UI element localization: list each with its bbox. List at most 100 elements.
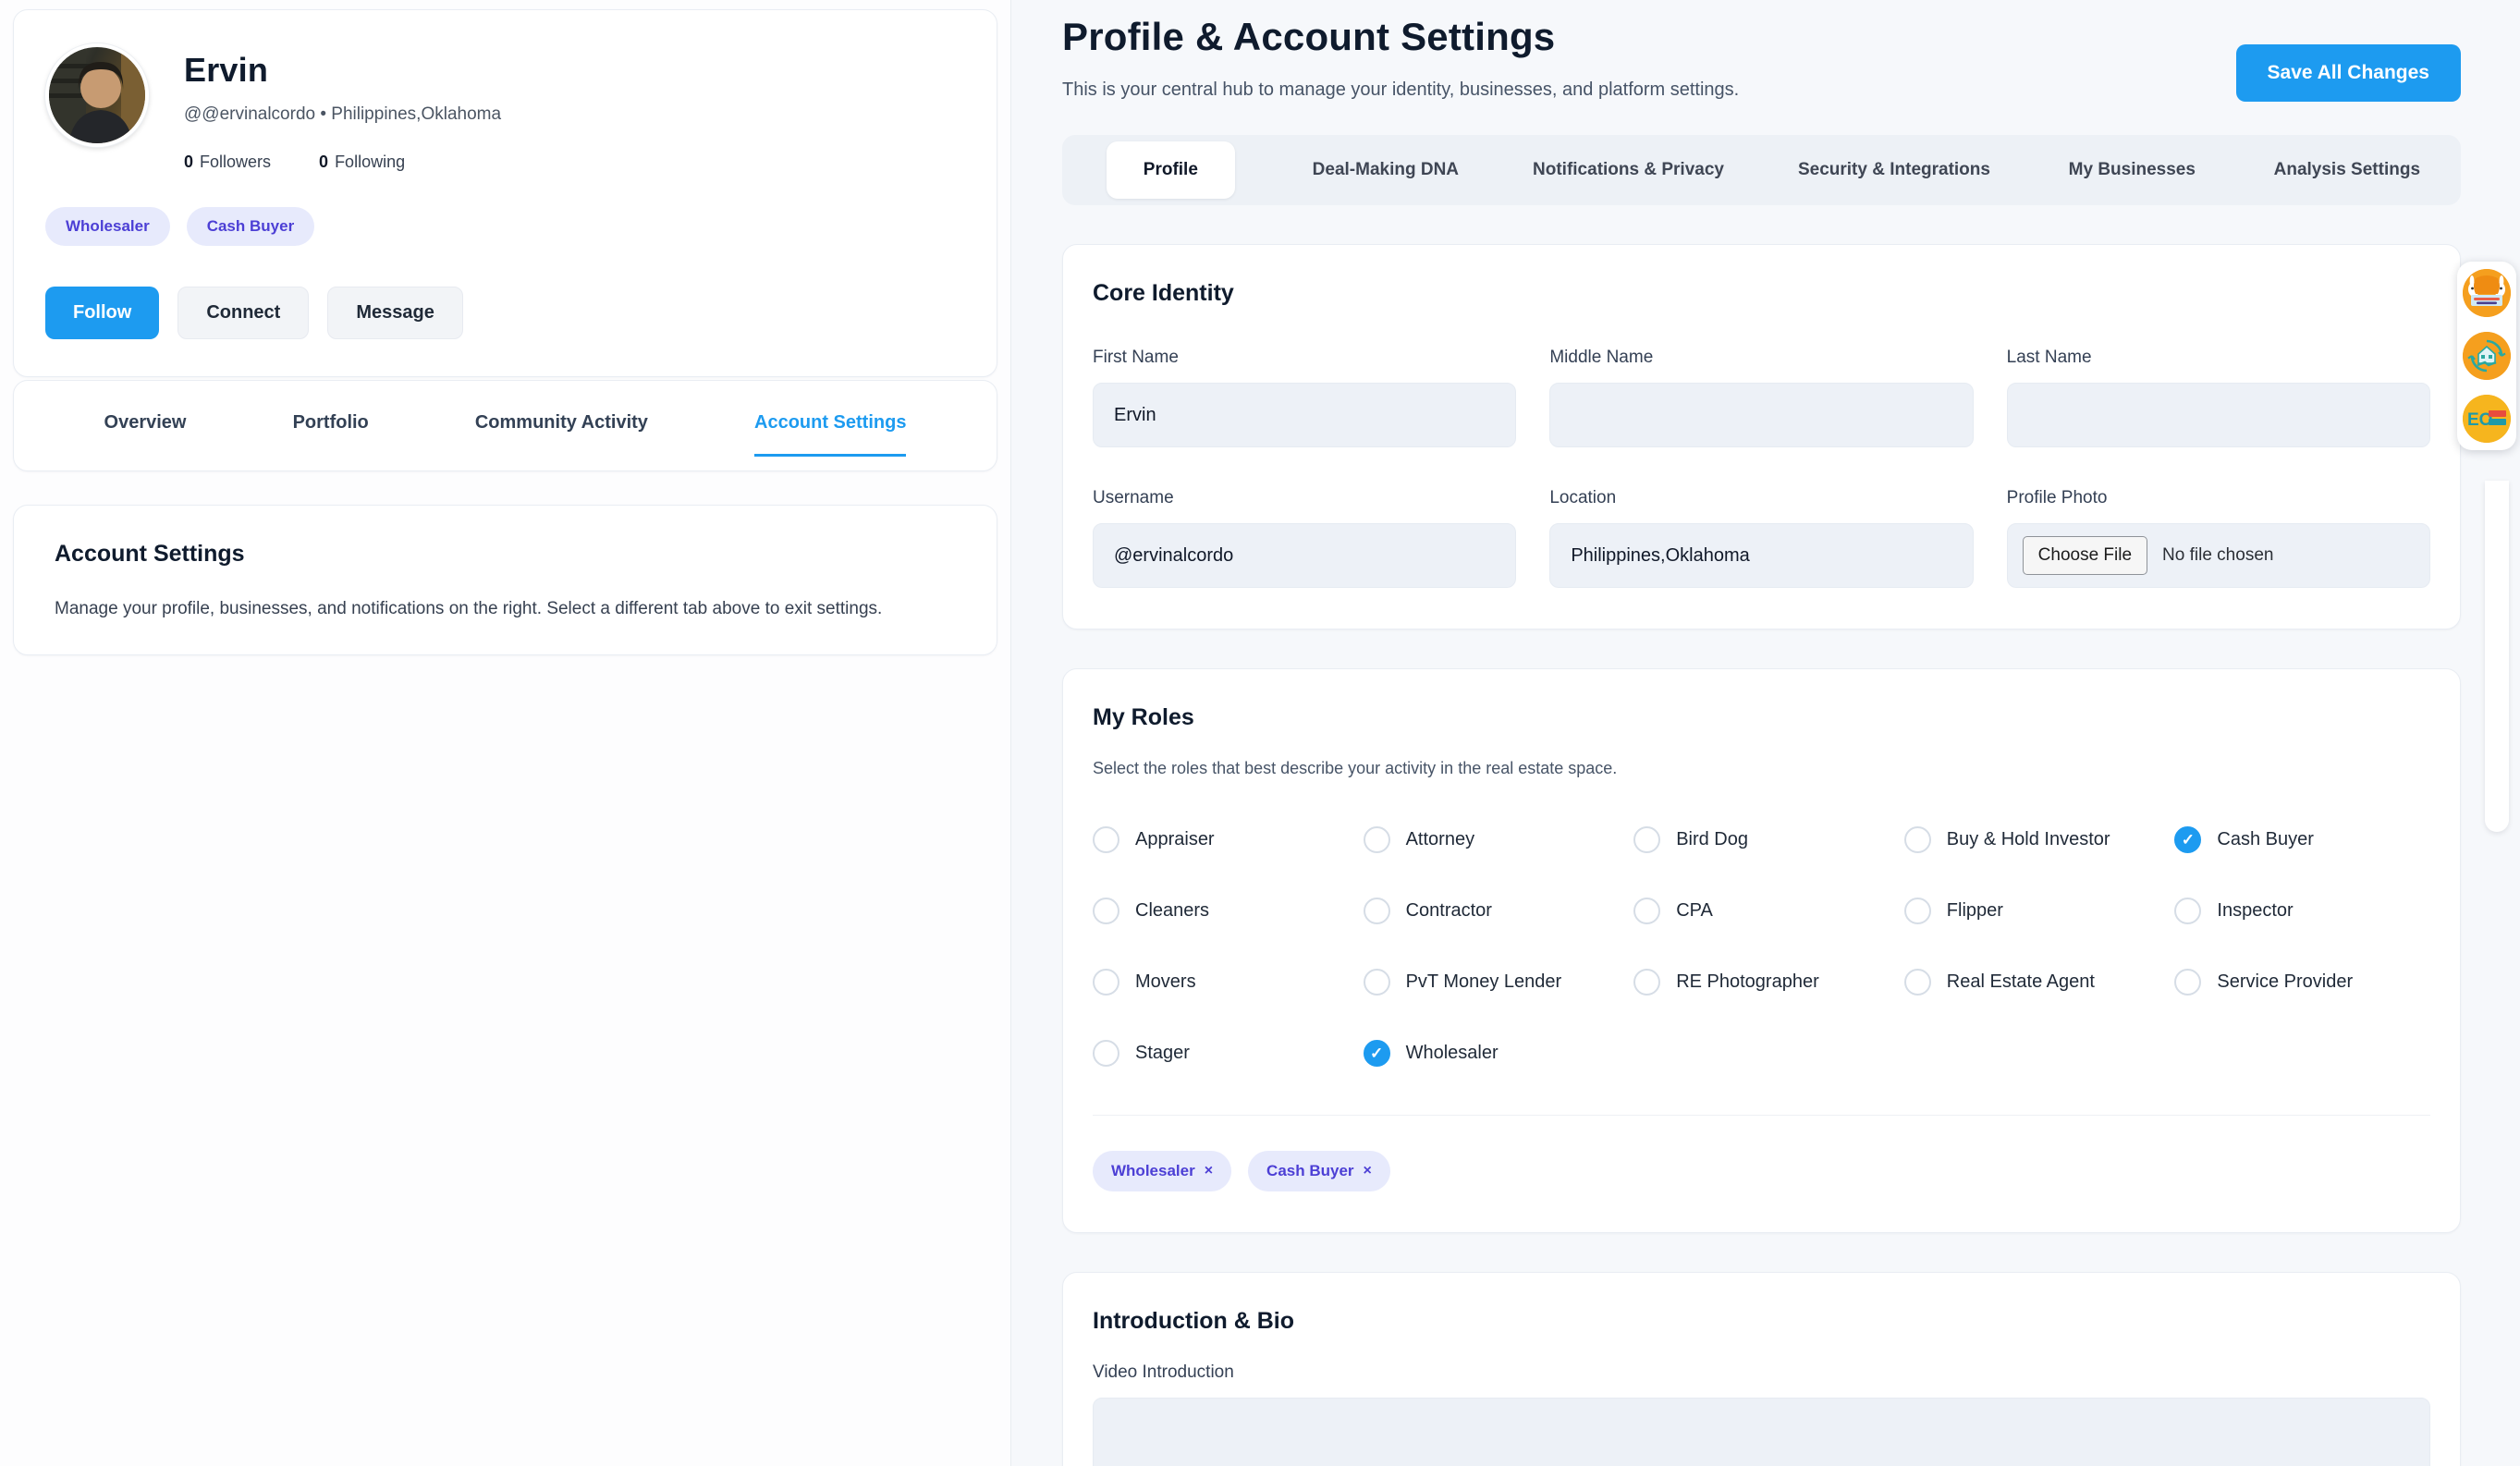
middle-name-field[interactable] — [1549, 383, 1973, 447]
first-name-label: First Name — [1093, 348, 1516, 368]
page-subtitle: This is your central hub to manage your … — [1062, 79, 1739, 101]
role-checkbox-icon[interactable]: ✓ — [1904, 826, 1931, 853]
role-checkbox-item[interactable]: ✓ Movers — [1093, 969, 1349, 996]
follow-button[interactable]: Follow — [45, 287, 159, 339]
profile-tab-overview[interactable]: Overview — [104, 412, 187, 454]
role-checkbox-icon[interactable]: ✓ — [1633, 969, 1660, 996]
role-checkbox-icon[interactable]: ✓ — [1364, 826, 1390, 853]
role-checkbox-item[interactable]: ✓ Service Provider — [2174, 969, 2430, 996]
last-name-group: Last Name — [2007, 348, 2430, 447]
role-checkbox-item[interactable]: ✓ Real Estate Agent — [1904, 969, 2160, 996]
my-roles-subtitle: Select the roles that best describe your… — [1093, 759, 2430, 778]
role-label: Service Provider — [2217, 971, 2353, 993]
followers-label: Followers — [200, 153, 271, 171]
role-checkbox-item[interactable]: ✓ Buy & Hold Investor — [1904, 826, 2160, 853]
my-roles-title: My Roles — [1093, 704, 2430, 731]
roles-divider — [1093, 1115, 2430, 1116]
file-status-text: No file chosen — [2162, 545, 2273, 566]
last-name-field[interactable] — [2007, 383, 2430, 447]
first-name-field[interactable] — [1093, 383, 1516, 447]
profile-tab-community-activity[interactable]: Community Activity — [475, 412, 648, 454]
role-checkbox-item[interactable]: ✓ Appraiser — [1093, 826, 1349, 853]
followers-count: 0 — [184, 153, 193, 171]
remove-tag-icon[interactable]: × — [1205, 1163, 1213, 1179]
role-checkbox-icon[interactable]: ✓ — [1633, 898, 1660, 924]
role-label: Flipper — [1947, 900, 2003, 922]
settings-tab-notifications-privacy[interactable]: Notifications & Privacy — [1496, 141, 1761, 199]
profile-card: Ervin @@ervinalcordo • Philippines,Oklah… — [13, 9, 997, 377]
role-checkbox-icon[interactable]: ✓ — [1093, 898, 1119, 924]
video-introduction-field[interactable] — [1093, 1398, 2430, 1466]
bunny-community-badge-icon[interactable] — [2463, 269, 2511, 317]
role-checkbox-item[interactable]: ✓ Stager — [1093, 1040, 1349, 1067]
account-settings-note-card: Account Settings Manage your profile, bu… — [13, 505, 997, 655]
choose-file-button[interactable]: Choose File — [2023, 536, 2147, 575]
role-checkbox-item[interactable]: ✓ PvT Money Lender — [1364, 969, 1620, 996]
role-tag-pill: Wholesaler — [45, 207, 170, 246]
settings-tab-deal-making-dna[interactable]: Deal-Making DNA — [1276, 141, 1496, 199]
location-group: Location — [1549, 488, 1973, 588]
role-checkbox-item[interactable]: ✓ Attorney — [1364, 826, 1620, 853]
selected-role-tag-label: Cash Buyer — [1266, 1162, 1353, 1180]
role-checkbox-icon[interactable]: ✓ — [2174, 969, 2201, 996]
save-all-changes-button[interactable]: Save All Changes — [2236, 44, 2461, 102]
settings-tab-profile[interactable]: Profile — [1066, 141, 1276, 199]
role-checkbox-item[interactable]: ✓ Bird Dog — [1633, 826, 1890, 853]
profile-tab-bar: Overview Portfolio Community Activity Ac… — [13, 380, 997, 471]
scrollbar-handle[interactable] — [2485, 481, 2509, 832]
settings-tab-my-businesses[interactable]: My Businesses — [2027, 141, 2237, 199]
following-stat: 0Following — [319, 153, 405, 172]
role-checkbox-item[interactable]: ✓ Wholesaler — [1364, 1040, 1620, 1067]
role-checkbox-item[interactable]: ✓ Contractor — [1364, 898, 1620, 924]
role-label: CPA — [1676, 900, 1713, 922]
role-checkbox-item[interactable]: ✓ Inspector — [2174, 898, 2430, 924]
role-label: Buy & Hold Investor — [1947, 829, 2110, 850]
role-label: Attorney — [1406, 829, 1474, 850]
role-checkbox-item[interactable]: ✓ Cash Buyer — [2174, 826, 2430, 853]
settings-main: Profile & Account Settings This is your … — [1012, 0, 2520, 1466]
role-checkbox-icon[interactable]: ✓ — [2174, 826, 2201, 853]
role-checkbox-item[interactable]: ✓ RE Photographer — [1633, 969, 1890, 996]
role-checkbox-icon[interactable]: ✓ — [2174, 898, 2201, 924]
role-label: PvT Money Lender — [1406, 971, 1562, 993]
username-group: Username — [1093, 488, 1516, 588]
role-checkbox-icon[interactable]: ✓ — [1364, 1040, 1390, 1067]
username-label: Username — [1093, 488, 1516, 508]
profile-role-tags: Wholesaler Cash Buyer — [45, 207, 965, 246]
role-checkbox-icon[interactable]: ✓ — [1093, 969, 1119, 996]
profile-tab-account-settings[interactable]: Account Settings — [754, 412, 906, 457]
username-field[interactable] — [1093, 523, 1516, 588]
badge-dock: EO — [2457, 262, 2516, 450]
connect-button[interactable]: Connect — [177, 287, 309, 339]
page-title: Profile & Account Settings — [1062, 15, 1739, 59]
house-handshake-badge-icon[interactable] — [2463, 332, 2511, 380]
profile-tab-portfolio[interactable]: Portfolio — [293, 412, 369, 454]
role-checkbox-icon[interactable]: ✓ — [1364, 898, 1390, 924]
real-estate-investor-badge-icon[interactable]: EO — [2463, 395, 2511, 443]
profile-photo-file-input[interactable]: Choose File No file chosen — [2007, 523, 2430, 588]
following-count: 0 — [319, 153, 328, 171]
role-checkbox-icon[interactable]: ✓ — [1364, 969, 1390, 996]
role-checkbox-icon[interactable]: ✓ — [1904, 898, 1931, 924]
intro-bio-title: Introduction & Bio — [1093, 1308, 2430, 1335]
roles-grid: ✓ Appraiser ✓ Attorney ✓ Bird Dog ✓ Buy … — [1093, 826, 2430, 1067]
settings-tab-security-integrations[interactable]: Security & Integrations — [1761, 141, 2027, 199]
remove-tag-icon[interactable]: × — [1364, 1163, 1372, 1179]
role-checkbox-item[interactable]: ✓ CPA — [1633, 898, 1890, 924]
role-label: Appraiser — [1135, 829, 1215, 850]
role-checkbox-icon[interactable]: ✓ — [1904, 969, 1931, 996]
message-button[interactable]: Message — [327, 287, 463, 339]
role-checkbox-item[interactable]: ✓ Cleaners — [1093, 898, 1349, 924]
role-checkbox-item[interactable]: ✓ Flipper — [1904, 898, 2160, 924]
role-tag-pill: Cash Buyer — [187, 207, 314, 246]
role-label: Bird Dog — [1676, 829, 1748, 850]
role-checkbox-icon[interactable]: ✓ — [1633, 826, 1660, 853]
settings-tab-analysis-settings[interactable]: Analysis Settings — [2237, 141, 2457, 199]
video-introduction-label: Video Introduction — [1093, 1362, 2430, 1383]
role-label: Contractor — [1406, 900, 1492, 922]
role-label: Real Estate Agent — [1947, 971, 2095, 993]
role-checkbox-icon[interactable]: ✓ — [1093, 826, 1119, 853]
location-field[interactable] — [1549, 523, 1973, 588]
role-label: Stager — [1135, 1043, 1190, 1064]
role-checkbox-icon[interactable]: ✓ — [1093, 1040, 1119, 1067]
